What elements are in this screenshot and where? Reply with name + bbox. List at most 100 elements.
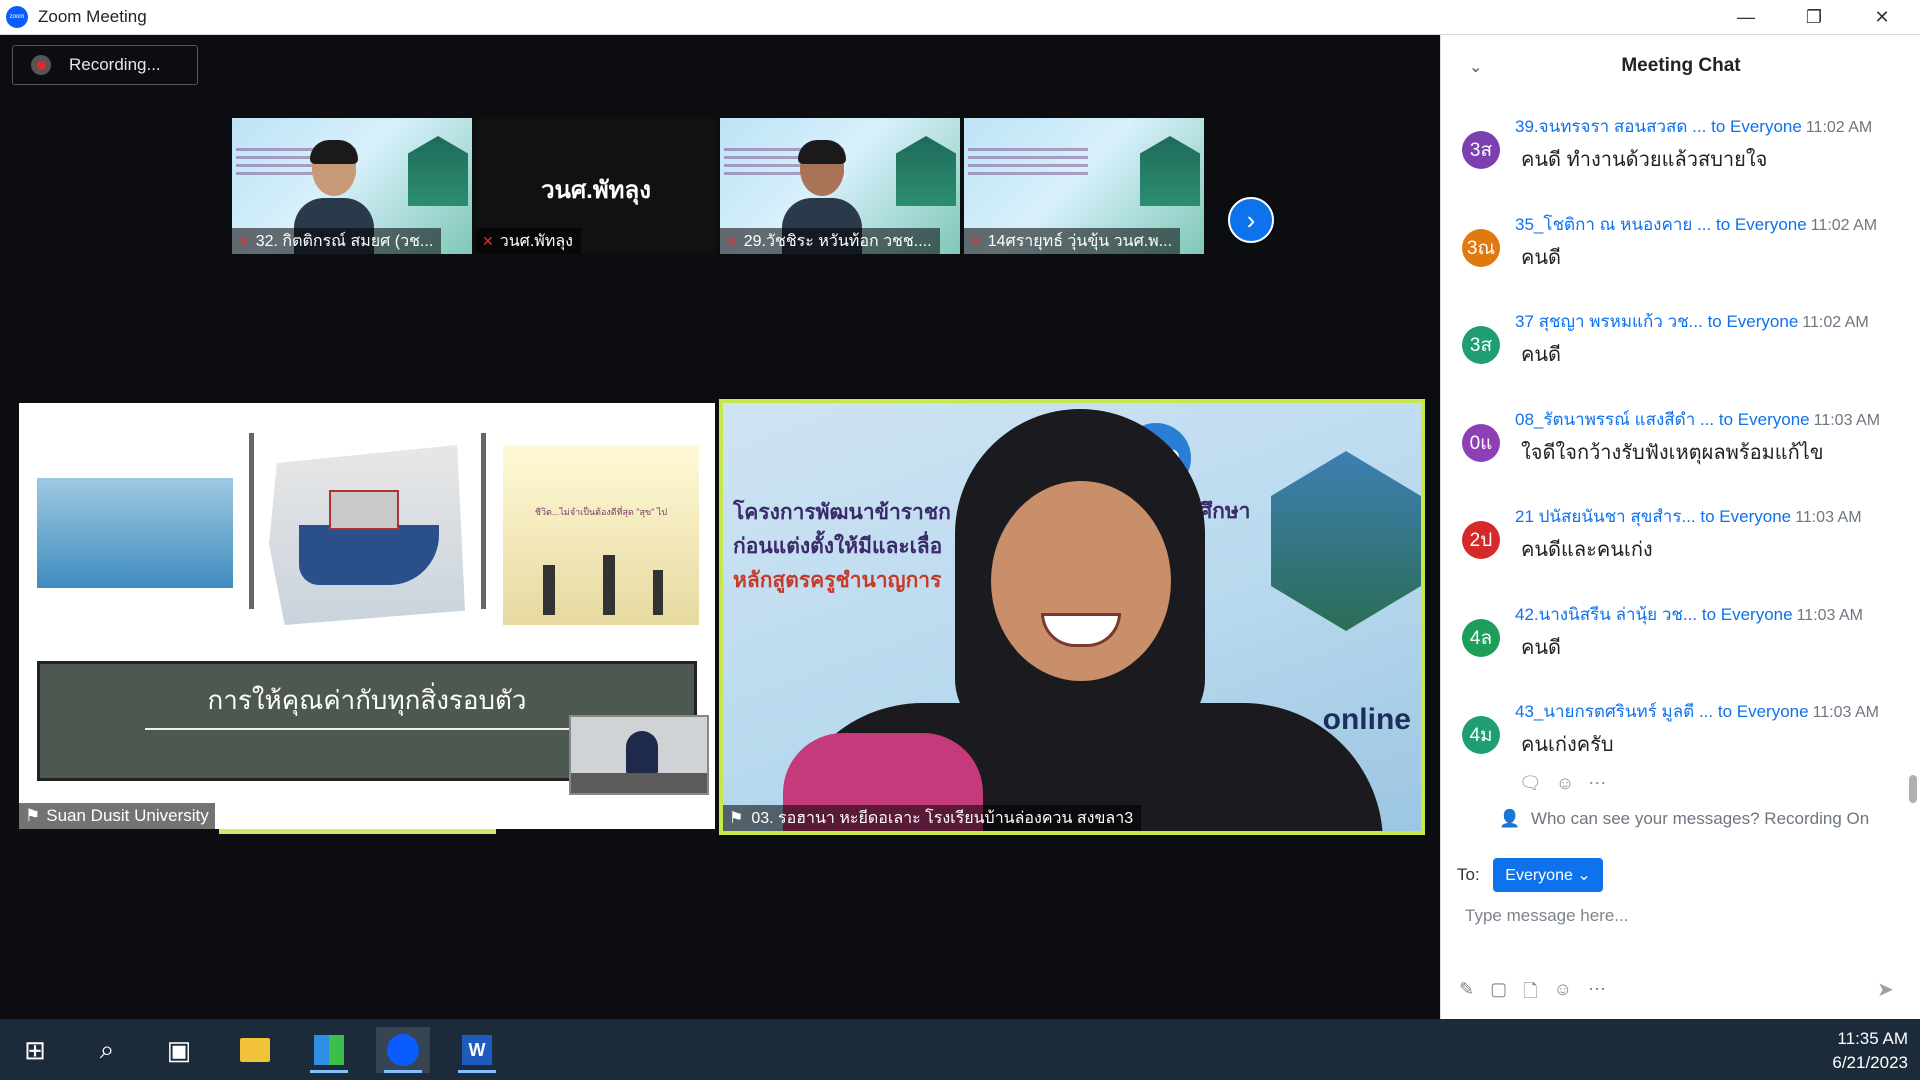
restore-button[interactable]: ❐ [1784, 0, 1844, 35]
message-recipient: to Everyone [1718, 409, 1810, 429]
presenter-label: Suan Dusit University [46, 806, 209, 825]
chat-message-input[interactable] [1465, 899, 1885, 933]
participant-name: 29.วัชชิระ หวันท้อก วชช.... [743, 232, 932, 250]
word-icon[interactable]: W [450, 1027, 504, 1073]
reply-icon[interactable]: 🗨 [1519, 773, 1542, 794]
online-watermark: online [1322, 703, 1411, 736]
screenshot-icon[interactable]: ▢ [1490, 979, 1507, 1009]
active-speaker-tile[interactable]: HRD โครงการพัฒนาข้าราชก ก่อนแต่งตั้งให้ม… [719, 399, 1425, 835]
task-view-icon[interactable]: ▣ [152, 1027, 206, 1073]
format-icon[interactable]: ✎ [1459, 979, 1474, 1009]
message-text: คนดี ทำงานด้วยแล้วสบายใจ [1521, 149, 1768, 171]
quote-image: ชีวิต...ไม่จำเป็นต้องดีที่สุด "สุข" ไป [503, 445, 699, 625]
avatar: 4ม [1462, 716, 1500, 754]
message-header: 21 ปนัสยนันชา สุขสำร... to Everyone 11:03… [1515, 503, 1862, 530]
share-name-tag: ⚑ Suan Dusit University [19, 803, 215, 829]
chat-toolbar: ✎ ▢ 🗋 ☺ ⋯ [1459, 979, 1606, 1009]
message-sender[interactable]: 35_โชติกา ณ หนองคาย ... [1515, 215, 1711, 234]
message-text: คนดี [1521, 246, 1562, 269]
quote-text: ชีวิต...ไม่จำเป็นต้องดีที่สุด "สุข" ไป [534, 507, 668, 517]
message-time: 11:02 AM [1810, 216, 1878, 234]
message-sender[interactable]: 21 ปนัสยนันชา สุขสำร... [1515, 507, 1696, 526]
avatar: 3ณ [1462, 228, 1500, 267]
add-reaction-icon[interactable]: ☺ [1556, 773, 1574, 794]
mic-muted-icon: ✕ [970, 232, 982, 249]
building-image [896, 136, 956, 206]
speaker-name-tag: ⚑ 03. รอฮานา หะยีดอเลาะ โรงเรียนบ้านล่อง… [723, 805, 1142, 831]
zoom-icon[interactable] [376, 1027, 430, 1073]
mic-muted-icon: ✕ [238, 232, 250, 249]
banner-text-lines [968, 148, 1088, 178]
privacy-note[interactable]: 👤 Who can see your messages? Recording O… [1499, 809, 1869, 829]
banner-line: หลักสูตรครูชำนาญการ [733, 568, 942, 592]
message-text: คนดี [1521, 344, 1562, 366]
message-time: 11:02 AM [1805, 119, 1873, 136]
message-recipient: to Everyone [1707, 312, 1799, 331]
slide-divider [249, 433, 254, 609]
participant-tile[interactable]: วนศ.พัทลุง ✕ วนศ.พัทลุง [476, 118, 716, 254]
file-explorer-icon[interactable] [228, 1027, 282, 1073]
message-text: ใจดีใจกว้างรับฟังเหตุผลพร้อมแก้ไข [1521, 441, 1824, 464]
message-sender[interactable]: 43_นายกรตศรินทร์ มูลตี ... [1515, 702, 1713, 721]
participant-tile[interactable]: ✕ 14ศรายุทธ์ วุ่นขุ้น วนศ.พ... [964, 118, 1204, 254]
message-header: 37 สุชญา พรหมแก้ว วช... to Everyone 11:02… [1515, 308, 1869, 335]
avatar: 2ป [1462, 521, 1500, 559]
participant-name-tag: ✕ 32. กิตติกรณ์ สมยศ (วช... [232, 228, 442, 254]
building-hexagon-image [1271, 451, 1421, 631]
message-header: 35_โชติกา ณ หนองคาย ... to Everyone 11:02… [1515, 211, 1877, 238]
recipient-dropdown[interactable]: Everyone ⌄ [1493, 858, 1603, 892]
chat-message[interactable]: 2ป 21 ปนัสยนันชา สุขสำร... to Everyone 11:… [1441, 503, 1911, 593]
minimize-button[interactable]: — [1716, 0, 1776, 35]
system-clock[interactable]: 11:35 AM 6/21/2023 [1832, 1027, 1908, 1075]
pin-icon: ⚑ [25, 806, 41, 825]
message-sender[interactable]: 42.นางนิสรีน ล่านุ้ย วช... [1515, 605, 1697, 624]
message-header: 43_นายกรตศรินทร์ มูลตี ... to Everyone 11… [1515, 698, 1879, 725]
file-icon[interactable]: 🗋 [1523, 979, 1537, 1009]
recording-indicator[interactable]: Recording... [12, 45, 198, 85]
speaker-face [991, 481, 1171, 681]
chat-message[interactable]: 3ส 39.จนทรจรา สอนสวสด ... to Everyone 11:0… [1441, 113, 1911, 203]
search-icon[interactable]: ⌕ [80, 1027, 134, 1073]
banner-line: โครงการพัฒนาข้าราชก [733, 500, 951, 524]
start-icon[interactable]: ⊞ [8, 1027, 62, 1073]
more-icon[interactable]: ⋯ [1588, 773, 1606, 794]
close-button[interactable]: ✕ [1852, 0, 1912, 35]
chat-message[interactable]: 3ส 37 สุชญา พรหมแก้ว วช... to Everyone 11:… [1441, 308, 1911, 398]
participant-tile[interactable]: ✕ 32. กิตติกรณ์ สมยศ (วช... [232, 118, 472, 254]
shared-screen-tile[interactable]: ชีวิต...ไม่จำเป็นต้องดีที่สุด "สุข" ไป ก… [19, 403, 715, 829]
meeting-area: Recording... ✕ 32. กิตติกรณ์ สมยศ (วช...… [0, 35, 1440, 1019]
next-page-button[interactable]: › [1228, 197, 1274, 243]
participant-name-tag: ✕ วนศ.พัทลุง [476, 228, 581, 254]
store-icon[interactable] [302, 1027, 356, 1073]
chat-message[interactable]: 4ม 43_นายกรตศรินทร์ มูลตี ... to Everyone… [1441, 698, 1911, 788]
avatar: 3ส [1462, 326, 1500, 364]
message-sender[interactable]: 08_รัตนาพรรณ์ แสงสีดำ ... [1515, 410, 1714, 429]
fishing-boat-image [269, 445, 465, 625]
emoji-icon[interactable]: ☺ [1554, 979, 1572, 1009]
mic-muted-icon: ✕ [482, 232, 494, 249]
chat-message[interactable]: 0แ 08_รัตนาพรรณ์ แสงสีดำ ... to Everyone 1… [1441, 406, 1911, 496]
title-bar: zoom Zoom Meeting — ❐ ✕ [0, 0, 1920, 35]
message-recipient: to Everyone [1711, 117, 1802, 136]
message-text: คนดี [1521, 636, 1562, 659]
avatar: 0แ [1462, 423, 1500, 462]
message-header: 08_รัตนาพรรณ์ แสงสีดำ ... to Everyone 11:… [1515, 406, 1880, 433]
window-title: Zoom Meeting [38, 7, 147, 26]
message-sender[interactable]: 37 สุชญา พรหมแก้ว วช... [1515, 312, 1703, 331]
message-time: 11:02 AM [1802, 314, 1869, 331]
chat-message[interactable]: 3ณ 35_โชติกา ณ หนองคาย ... to Everyone 11:… [1441, 211, 1911, 301]
building-image [408, 136, 468, 206]
message-time: 11:03 AM [1812, 704, 1880, 721]
chat-message[interactable]: 4ล 42.นางนิสรีน ล่านุ้ย วช... to Everyone… [1441, 601, 1911, 691]
more-icon[interactable]: ⋯ [1588, 979, 1606, 1009]
message-sender[interactable]: 39.จนทรจรา สอนสวสด ... [1515, 117, 1706, 136]
participant-tile[interactable]: ✕ 29.วัชชิระ หวันท้อก วชช.... [720, 118, 960, 254]
gallery-strip: ✕ 32. กิตติกรณ์ สมยศ (วช... วนศ.พัทลุง ✕… [232, 118, 1204, 254]
pin-icon: ⚑ [729, 810, 744, 827]
participant-big-name: วนศ.พัทลุง [541, 177, 651, 204]
record-icon [31, 55, 51, 75]
chat-scrollbar[interactable] [1909, 775, 1917, 803]
chat-panel: ⌄ Meeting Chat 3ส 39.จนทรจรา สอนสวสด ... … [1440, 35, 1920, 1019]
message-actions: 🗨 ☺ ⋯ [1519, 773, 1606, 794]
send-icon[interactable]: ➤ [1877, 977, 1894, 1002]
